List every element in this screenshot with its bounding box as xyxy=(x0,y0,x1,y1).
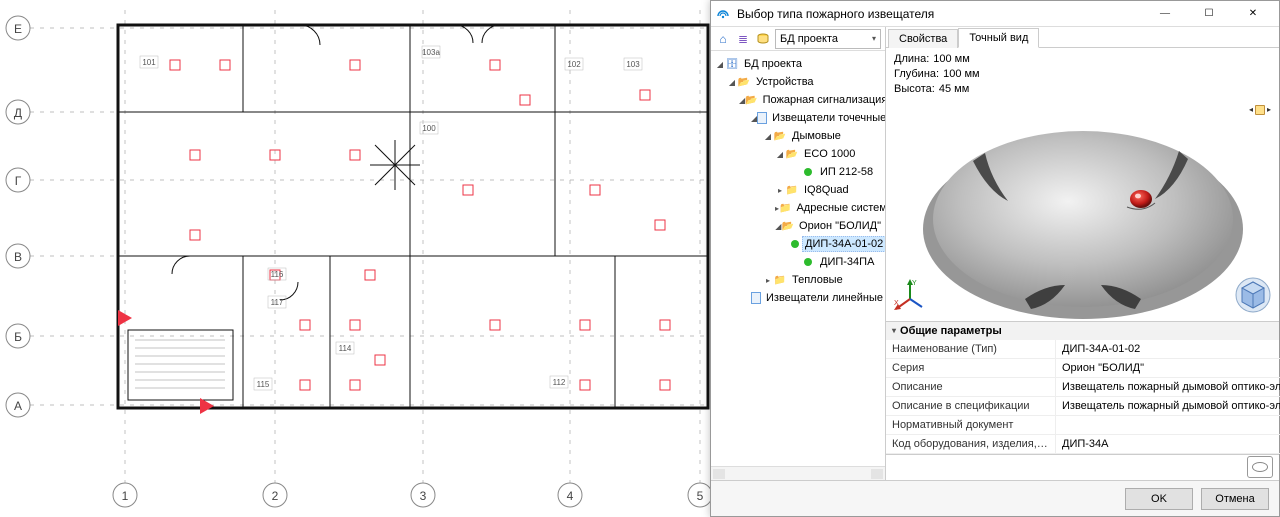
svg-text:Д: Д xyxy=(14,106,22,120)
svg-text:116: 116 xyxy=(271,270,284,279)
prop-row[interactable]: ОписаниеИзвещатель пожарный дымовой опти… xyxy=(886,378,1280,397)
tree-orion[interactable]: ◢📂 Орион "БОЛИД" xyxy=(713,217,883,235)
svg-text:2: 2 xyxy=(272,489,279,503)
tree-toolbar: ⌂ ≣ БД проекта xyxy=(711,27,885,51)
svg-text:114: 114 xyxy=(339,344,352,353)
viewcube-icon[interactable] xyxy=(1233,275,1273,315)
ok-button[interactable]: OK xyxy=(1125,488,1193,510)
dialog-footer: OK Отмена xyxy=(711,480,1279,516)
floorplan-canvas[interactable]: .wall{ stroke:#111; stroke-width:3; fill… xyxy=(0,0,710,517)
tab-3d-view[interactable]: Точный вид xyxy=(958,28,1039,48)
prop-row[interactable]: Код оборудования, изделия, матери…ДИП-34… xyxy=(886,435,1280,454)
properties-section: ▾ Общие параметры Наименование (Тип)ДИП-… xyxy=(886,321,1279,454)
minimize-button[interactable]: — xyxy=(1143,1,1187,27)
prop-row[interactable]: Нормативный документ xyxy=(886,416,1280,435)
detector-3d-model xyxy=(913,101,1253,321)
axis-gizmo-icon: Y X xyxy=(892,277,928,313)
svg-text:Y: Y xyxy=(912,280,917,287)
close-button[interactable]: ✕ xyxy=(1231,1,1275,27)
wireless-icon xyxy=(715,6,731,22)
svg-text:4: 4 xyxy=(567,489,574,503)
cancel-button[interactable]: Отмена xyxy=(1201,488,1269,510)
svg-text:101: 101 xyxy=(142,58,156,67)
tree-linear[interactable]: Извещатели линейные xyxy=(713,289,883,307)
tree-address-systems[interactable]: ▸📁 Адресные системы xyxy=(713,199,883,217)
prop-row[interactable]: СерияОрион "БОЛИД" xyxy=(886,359,1280,378)
tree-point-detectors[interactable]: ◢ Извещатели точечные xyxy=(713,109,883,127)
db-location-dropdown[interactable]: БД проекта xyxy=(775,29,881,49)
dialog-title: Выбор типа пожарного извещателя xyxy=(737,7,1143,21)
tree-h-scrollbar[interactable] xyxy=(711,466,885,480)
svg-text:117: 117 xyxy=(271,298,284,307)
tree-root[interactable]: ◢🗄 БД проекта xyxy=(713,55,883,73)
chevron-down-icon: ▾ xyxy=(892,326,896,335)
lock-icon[interactable]: ◂▸ xyxy=(1249,105,1271,115)
svg-text:103: 103 xyxy=(626,60,640,69)
prop-row[interactable]: Описание в спецификацииИзвещатель пожарн… xyxy=(886,397,1280,416)
svg-text:Б: Б xyxy=(14,330,22,344)
svg-text:3: 3 xyxy=(420,489,427,503)
svg-text:115: 115 xyxy=(257,380,270,389)
prop-row[interactable]: Наименование (Тип)ДИП-34А-01-02 xyxy=(886,340,1280,359)
tree-smoke[interactable]: ◢📂 Дымовые xyxy=(713,127,883,145)
db-location-label: БД проекта xyxy=(780,33,838,45)
detector-thumbnail[interactable] xyxy=(1247,456,1273,478)
tree-heat[interactable]: ▸📁 Тепловые xyxy=(713,271,883,289)
svg-text:А: А xyxy=(14,399,22,413)
tabs: Свойства Точный вид xyxy=(886,27,1279,48)
tab-properties[interactable]: Свойства xyxy=(888,29,958,48)
maximize-button[interactable]: ☐ xyxy=(1187,1,1231,27)
svg-text:100: 100 xyxy=(422,124,436,133)
svg-text:Г: Г xyxy=(15,174,22,188)
home-icon[interactable]: ⌂ xyxy=(715,31,731,47)
svg-text:Е: Е xyxy=(14,22,22,36)
detector-type-dialog: Выбор типа пожарного извещателя — ☐ ✕ ⌂ … xyxy=(710,0,1280,517)
tree-iq8quad[interactable]: ▸📁 IQ8Quad xyxy=(713,181,883,199)
dimensions: Длина:100 мм Глубина:100 мм Высота:45 мм xyxy=(886,48,1279,101)
db-alt-icon[interactable] xyxy=(755,31,771,47)
svg-text:1: 1 xyxy=(122,489,129,503)
right-panel: Свойства Точный вид Длина:100 мм Глубина… xyxy=(886,27,1279,480)
tree-panel: ⌂ ≣ БД проекта ◢🗄 БД проекта ◢📂 Устройст… xyxy=(711,27,886,480)
thumbnail-row xyxy=(886,454,1279,480)
dialog-titlebar[interactable]: Выбор типа пожарного извещателя — ☐ ✕ xyxy=(711,1,1279,27)
tree-dip34pa[interactable]: ДИП-34ПА xyxy=(713,253,883,271)
tree-ip21258[interactable]: ИП 212-58 xyxy=(713,163,883,181)
svg-text:В: В xyxy=(14,250,22,264)
svg-text:5: 5 xyxy=(697,489,704,503)
db-icon[interactable]: ≣ xyxy=(735,31,751,47)
svg-text:102: 102 xyxy=(567,60,581,69)
tree-devices[interactable]: ◢📂 Устройства xyxy=(713,73,883,91)
device-tree[interactable]: ◢🗄 БД проекта ◢📂 Устройства ◢📂 Пожарная … xyxy=(711,51,885,466)
3d-viewport[interactable]: ◂▸ xyxy=(886,101,1279,321)
properties-grid: Наименование (Тип)ДИП-34А-01-02 СерияОри… xyxy=(886,340,1280,454)
tree-eco1000[interactable]: ◢📂 ECO 1000 xyxy=(713,145,883,163)
properties-header[interactable]: ▾ Общие параметры xyxy=(886,322,1279,340)
tree-dip34a0102[interactable]: ДИП-34А-01-02 xyxy=(713,235,883,253)
tree-fire-alarm[interactable]: ◢📂 Пожарная сигнализация xyxy=(713,91,883,109)
svg-text:112: 112 xyxy=(553,378,566,387)
svg-text:X: X xyxy=(894,300,899,307)
svg-text:103a: 103a xyxy=(422,48,440,57)
